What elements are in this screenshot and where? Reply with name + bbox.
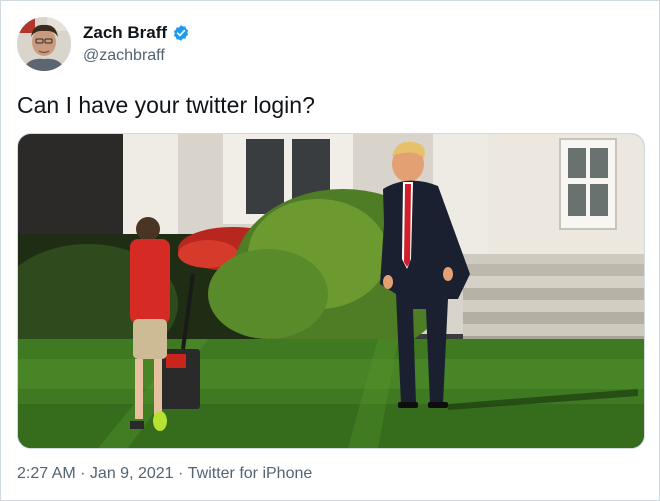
- tweet-photo[interactable]: [17, 133, 645, 449]
- avatar[interactable]: [17, 17, 71, 71]
- tweet-metadata: 2:27 AM · Jan 9, 2021 · Twitter for iPho…: [17, 463, 312, 485]
- tweet-time[interactable]: 2:27 AM: [17, 463, 76, 485]
- tweet-date[interactable]: Jan 9, 2021: [90, 463, 174, 485]
- tweet-header: Zach Braff @zachbraff: [17, 17, 637, 73]
- author-handle[interactable]: @zachbraff: [83, 45, 190, 67]
- author-display-name[interactable]: Zach Braff: [83, 22, 167, 43]
- verified-badge-icon: [172, 24, 190, 42]
- meta-separator: ·: [75, 465, 90, 482]
- meta-separator: ·: [173, 465, 188, 482]
- tweet-card: Zach Braff @zachbraff Can I have your tw…: [0, 0, 660, 501]
- author-names: Zach Braff @zachbraff: [83, 22, 190, 67]
- display-name-row: Zach Braff: [83, 22, 190, 43]
- tweet-source[interactable]: Twitter for iPhone: [188, 463, 313, 485]
- avatar-image: [17, 17, 71, 71]
- tweet-text: Can I have your twitter login?: [17, 92, 315, 118]
- photo-image: [18, 134, 644, 448]
